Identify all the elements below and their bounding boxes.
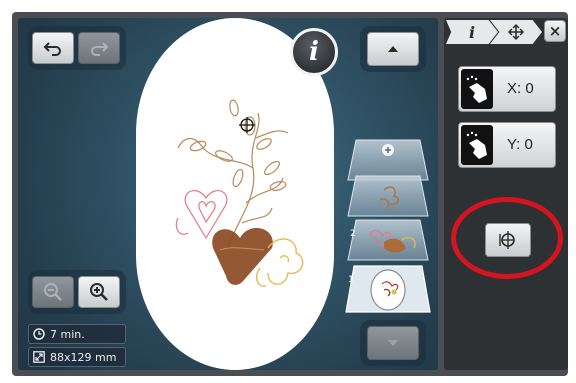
scroll-up-button[interactable] bbox=[367, 32, 419, 66]
tab-info[interactable]: i bbox=[446, 20, 498, 44]
layer-number-1: 1 bbox=[348, 275, 354, 285]
undo-icon bbox=[43, 42, 61, 56]
layer-item-3[interactable] bbox=[347, 175, 429, 217]
x-position-button[interactable]: X: 0 bbox=[458, 66, 556, 112]
zoom-out-button[interactable] bbox=[32, 276, 74, 308]
info-button[interactable]: i bbox=[290, 28, 338, 76]
layer-item-1[interactable]: 1 bbox=[345, 265, 431, 313]
triangle-up-icon bbox=[388, 46, 398, 52]
center-target-icon bbox=[239, 117, 255, 133]
clock-icon bbox=[33, 328, 45, 340]
layer-add[interactable] bbox=[347, 139, 429, 181]
redo-icon bbox=[91, 42, 109, 56]
tab-info-label: i bbox=[468, 22, 476, 42]
layer-number-2: 2 bbox=[350, 229, 356, 239]
center-crosshair-icon bbox=[499, 231, 515, 249]
move-arrows-icon bbox=[508, 24, 524, 40]
close-button[interactable]: × bbox=[544, 20, 566, 42]
zoom-in-button[interactable] bbox=[78, 276, 120, 308]
panel-tab-bar: i × bbox=[444, 20, 566, 46]
center-design-button[interactable] bbox=[485, 223, 531, 257]
layer-item-2[interactable]: 2 bbox=[347, 219, 429, 261]
x-position-value: X: 0 bbox=[507, 80, 534, 97]
undo-button[interactable] bbox=[32, 32, 74, 64]
design-size-readout: 88x129 mm bbox=[28, 347, 126, 367]
tap-hand-icon bbox=[461, 125, 493, 165]
embroidery-workspace[interactable]: 7 min. 88x129 mm i 2 1 bbox=[18, 18, 438, 370]
layer-stack[interactable]: 2 1 bbox=[340, 124, 436, 314]
scroll-down-button[interactable] bbox=[367, 326, 419, 360]
y-position-button[interactable]: Y: 0 bbox=[458, 122, 556, 168]
resize-icon bbox=[33, 351, 45, 363]
design-size-text: 88x129 mm bbox=[50, 350, 117, 364]
zoom-in-icon bbox=[90, 283, 108, 301]
stitch-time-readout: 7 min. bbox=[28, 324, 126, 344]
stitch-time-text: 7 min. bbox=[50, 327, 85, 341]
redo-button[interactable] bbox=[78, 32, 120, 64]
triangle-down-icon bbox=[388, 340, 398, 346]
close-icon: × bbox=[548, 22, 562, 40]
tap-hand-icon bbox=[461, 69, 493, 109]
y-position-value: Y: 0 bbox=[507, 136, 533, 153]
zoom-out-icon bbox=[44, 283, 62, 301]
